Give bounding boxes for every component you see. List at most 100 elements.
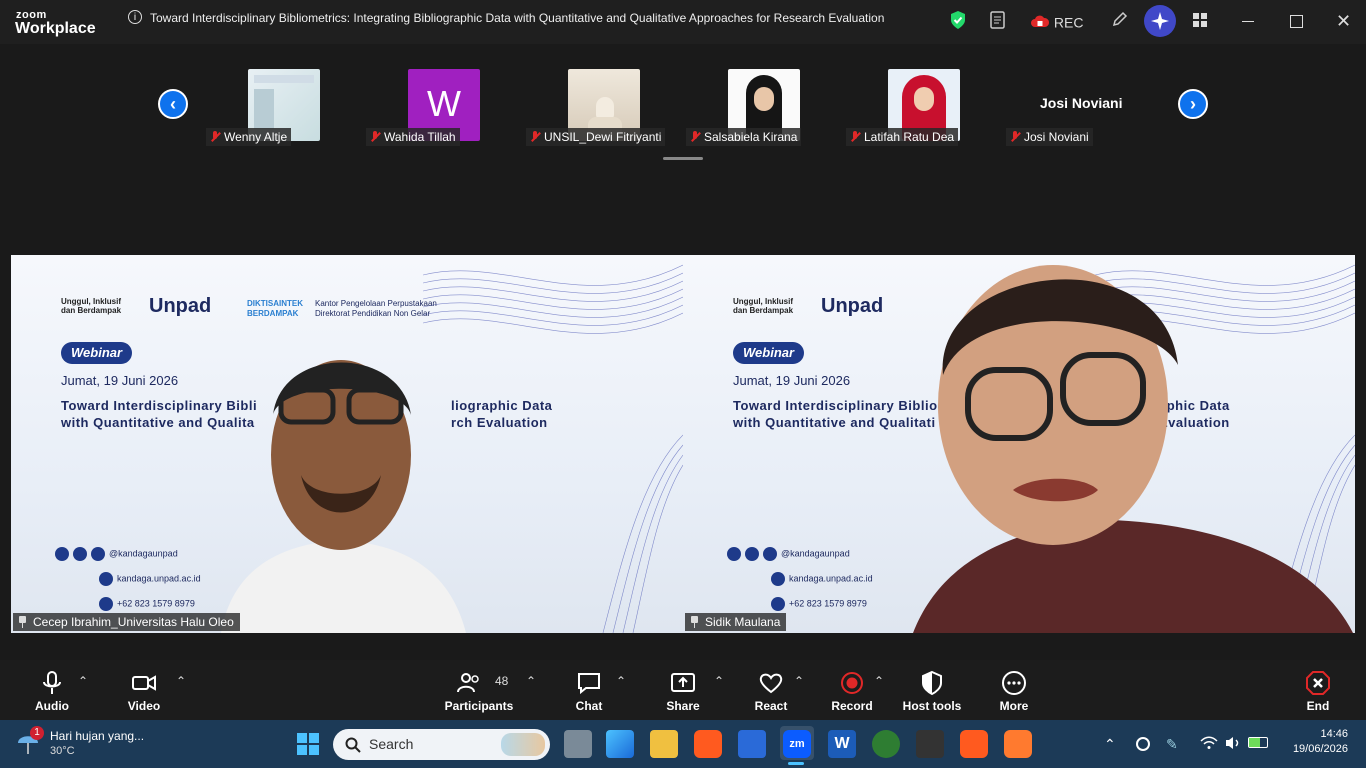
- recording-indicator[interactable]: REC: [1030, 10, 1090, 32]
- mic-muted-icon: [210, 131, 220, 143]
- zoom-logo-bottom: Workplace: [15, 20, 96, 37]
- react-button[interactable]: React: [748, 660, 794, 720]
- participants-options-caret[interactable]: ⌃: [526, 674, 536, 688]
- participant-name-tag: UNSIL_Dewi Fitriyanti: [526, 128, 666, 146]
- unpad-logo-text: Unpad: [821, 295, 884, 317]
- apps-icon[interactable]: [1192, 12, 1208, 33]
- speaker-video: [913, 265, 1353, 633]
- chatgpt-app-icon[interactable]: [872, 730, 900, 758]
- gallery-strip: [0, 44, 1366, 255]
- more-button[interactable]: More: [990, 660, 1038, 720]
- pen-tray-icon[interactable]: ✎: [1166, 736, 1178, 753]
- tray-app-icon[interactable]: [1136, 737, 1150, 751]
- slide-title-right: liographic Data rch Evaluation: [451, 398, 553, 430]
- task-view-icon[interactable]: [564, 730, 592, 758]
- battery-icon[interactable]: [1248, 737, 1268, 748]
- brave-browser-icon-2[interactable]: [960, 730, 988, 758]
- participant-name-display[interactable]: Josi Noviani: [1040, 95, 1122, 111]
- sticky-notes-icon[interactable]: [916, 730, 944, 758]
- ai-companion-icon[interactable]: [1144, 5, 1176, 37]
- more-icon: [1002, 671, 1026, 695]
- word-app-icon[interactable]: W: [828, 730, 856, 758]
- notes-icon[interactable]: [988, 10, 1008, 32]
- share-button[interactable]: Share: [660, 660, 706, 720]
- webinar-badge: Webinar: [733, 342, 805, 364]
- chat-button[interactable]: Chat: [566, 660, 612, 720]
- widgets-app-icon[interactable]: [606, 730, 634, 758]
- shield-icon[interactable]: [948, 10, 968, 32]
- meeting-title: Toward Interdisciplinary Bibliometrics: …: [150, 11, 885, 25]
- weather-badge: 1: [30, 726, 44, 740]
- pin-icon: [690, 616, 699, 628]
- file-explorer-icon[interactable]: [650, 730, 678, 758]
- taskbar-search[interactable]: Search: [333, 729, 550, 760]
- camera-icon: [132, 675, 156, 691]
- mic-muted-icon: [850, 131, 860, 143]
- info-icon[interactable]: i: [128, 10, 142, 24]
- audio-button[interactable]: Audio: [24, 660, 80, 720]
- share-options-caret[interactable]: ⌃: [714, 674, 724, 688]
- slide-tagline: Unggul, Inklusif dan Berdampak: [61, 297, 122, 315]
- record-button[interactable]: Record: [826, 660, 878, 720]
- microphone-icon: [43, 671, 61, 694]
- video-panel-left[interactable]: Unggul, Inklusif dan Berdampak Unpad DIKT…: [11, 255, 683, 633]
- title-bar: zoom Workplace i Toward Interdisciplinar…: [0, 0, 1366, 44]
- slide-date: Jumat, 19 Juni 2026: [61, 373, 179, 388]
- clock-time: 14:46: [1320, 728, 1348, 740]
- avatar-initial: W: [427, 83, 461, 124]
- participants-icon: [456, 673, 479, 693]
- chat-icon: [578, 673, 600, 695]
- close-icon[interactable]: ✕: [1336, 12, 1351, 30]
- react-options-caret[interactable]: ⌃: [794, 674, 804, 688]
- weather-text: Hari hujan yang...: [50, 729, 145, 743]
- rec-label: REC: [1053, 14, 1084, 31]
- active-app-indicator: [788, 762, 804, 765]
- taskbar-clock[interactable]: 14:46 19/06/2026: [1284, 728, 1348, 755]
- participant-name-tag: Josi Noviani: [1006, 128, 1093, 146]
- microsoft-store-icon[interactable]: [738, 730, 766, 758]
- mic-muted-icon: [1010, 131, 1020, 143]
- participants-button[interactable]: 48 Participants: [444, 660, 514, 720]
- participant-name-tag: Wenny Altje: [206, 128, 292, 146]
- mic-muted-icon: [690, 131, 700, 143]
- zoom-app-icon[interactable]: zm: [783, 730, 811, 758]
- participant-label: Cecep Ibrahim_Universitas Halu Oleo: [13, 613, 240, 631]
- webinar-badge: Webinar: [61, 342, 133, 364]
- participant-name-tag: Wahida Tillah: [366, 128, 460, 146]
- wifi-icon[interactable]: [1200, 736, 1218, 755]
- audio-options-caret[interactable]: ⌃: [78, 674, 88, 688]
- contact-website: kandaga.unpad.ac.id: [99, 572, 201, 586]
- unpad-logo-text: Unpad: [149, 295, 212, 317]
- windows-start-icon[interactable]: [296, 732, 320, 761]
- participant-name-tag: Salsabiela Kirana: [686, 128, 802, 146]
- gallery-prev-button[interactable]: ‹: [158, 89, 188, 119]
- strip-resize-handle[interactable]: [663, 157, 703, 160]
- weather-widget[interactable]: 1 Hari hujan yang... 30°C: [16, 726, 144, 763]
- restore-icon[interactable]: [1290, 15, 1303, 28]
- contact-phone: +62 823 1579 8979: [771, 597, 867, 611]
- meeting-toolbar: Audio ⌃ Video ⌃ 48 Participants ⌃ Chat ⌃…: [0, 660, 1366, 720]
- share-screen-icon: [671, 673, 695, 692]
- host-tools-button[interactable]: Host tools: [900, 660, 964, 720]
- contact-social: @kandagaunpad: [727, 547, 850, 561]
- gallery-next-button[interactable]: ›: [1178, 89, 1208, 119]
- participants-count: 48: [495, 674, 509, 688]
- shield-icon: [922, 670, 942, 696]
- diktisaintek-logo-text: DIKTISAINTEK BERDAMPAK: [247, 299, 303, 318]
- record-options-caret[interactable]: ⌃: [874, 674, 884, 688]
- contact-social: @kandagaunpad: [55, 547, 178, 561]
- video-panel-right[interactable]: Unggul, Inklusif dan Berdampak Unpad Webi…: [683, 255, 1355, 633]
- annotate-icon[interactable]: [1110, 10, 1130, 32]
- brave-browser-icon[interactable]: [694, 730, 722, 758]
- minimize-icon[interactable]: [1242, 21, 1254, 22]
- video-options-caret[interactable]: ⌃: [176, 674, 186, 688]
- brave-browser-icon-3[interactable]: [1004, 730, 1032, 758]
- volume-icon[interactable]: [1224, 735, 1242, 756]
- video-button[interactable]: Video: [116, 660, 172, 720]
- show-hidden-icons-chevron[interactable]: ⌃: [1104, 736, 1116, 753]
- slide-tagline: Unggul, Inklusif dan Berdampak: [733, 297, 794, 315]
- search-icon: [345, 737, 361, 753]
- end-button[interactable]: End: [1296, 660, 1340, 720]
- temperature: 30°C: [50, 745, 75, 757]
- chat-options-caret[interactable]: ⌃: [616, 674, 626, 688]
